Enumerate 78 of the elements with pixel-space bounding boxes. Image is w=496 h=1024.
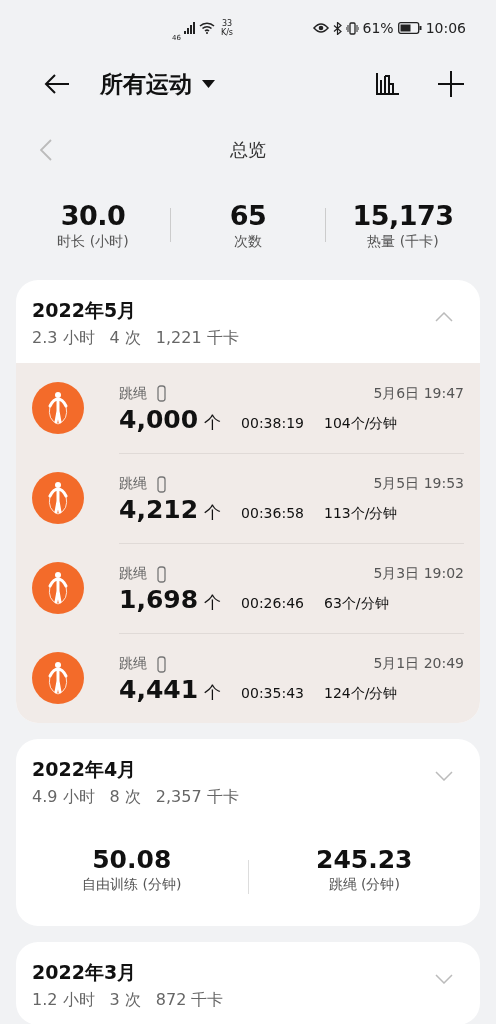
month-title: 2022年5月 bbox=[32, 298, 138, 323]
rope-jumper-icon bbox=[32, 382, 84, 434]
sport-type-dropdown[interactable]: 所有运动 bbox=[96, 64, 219, 104]
breakdown-value: 245.23 bbox=[316, 844, 413, 876]
month-count: 3 次 bbox=[109, 990, 141, 1011]
workout-duration: 00:35:43 bbox=[241, 685, 304, 701]
month-duration: 2.3 小时 bbox=[32, 328, 95, 349]
signal-icon bbox=[183, 22, 196, 34]
battery-level: 61% bbox=[362, 20, 394, 36]
battery-icon bbox=[397, 22, 422, 34]
jump-rate: 63个/分钟 bbox=[323, 595, 389, 613]
wifi-icon bbox=[198, 22, 215, 34]
workout-date: 5月5日 19:53 bbox=[373, 475, 464, 493]
network-speed: 33 bbox=[221, 19, 233, 28]
previous-button[interactable] bbox=[38, 137, 54, 163]
stat-value: 15,173 bbox=[352, 199, 454, 233]
rope-jumper-icon bbox=[32, 562, 84, 614]
workout-name: 跳绳 bbox=[119, 475, 147, 493]
workout-name: 跳绳 bbox=[119, 655, 147, 673]
workout-name: 跳绳 bbox=[119, 384, 147, 403]
overview-title: 总览 bbox=[230, 138, 266, 162]
caret-icon bbox=[202, 80, 215, 88]
watch-icon bbox=[157, 385, 166, 402]
jump-rate: 124个/分钟 bbox=[323, 685, 398, 703]
workout-duration: 00:38:19 bbox=[241, 414, 304, 431]
workout-record[interactable]: 跳绳 5月5日 19:53 4,212 个 00:36:58 113个/分钟 bbox=[16, 453, 480, 543]
rope-jumper-icon bbox=[32, 652, 84, 704]
month-count: 4 次 bbox=[109, 328, 141, 349]
workout-date: 5月6日 19:47 bbox=[373, 384, 464, 403]
count-unit: 个 bbox=[204, 501, 222, 524]
workout-date: 5月3日 19:02 bbox=[373, 565, 464, 583]
stat-value: 65 bbox=[229, 199, 267, 233]
month-header[interactable]: 2022年3月 1.2 小时 3 次 872 千卡 bbox=[16, 942, 480, 1024]
month-duration: 4.9 小时 bbox=[32, 787, 95, 808]
workout-date: 5月1日 20:49 bbox=[373, 655, 464, 673]
count-unit: 个 bbox=[204, 591, 222, 614]
count-unit: 个 bbox=[204, 681, 222, 704]
month-calories: 1,221 千卡 bbox=[155, 328, 239, 349]
stat-label: 时长 (小时) bbox=[57, 233, 129, 251]
month-header[interactable]: 2022年4月 4.9 小时 8 次 2,357 千卡 bbox=[16, 739, 480, 822]
watch-icon bbox=[157, 565, 166, 583]
month-title: 2022年3月 bbox=[32, 960, 138, 985]
eye-icon bbox=[312, 23, 329, 33]
jump-count: 1,698 bbox=[119, 585, 199, 614]
speed-unit: K/s bbox=[220, 28, 234, 37]
jump-rate: 113个/分钟 bbox=[323, 505, 398, 523]
month-count: 8 次 bbox=[109, 787, 141, 808]
jump-count: 4,441 bbox=[119, 675, 199, 704]
breakdown-value: 50.08 bbox=[92, 844, 172, 876]
stat-label: 热量 (千卡) bbox=[367, 233, 439, 251]
stat-value: 30.0 bbox=[60, 199, 126, 233]
month-title: 2022年4月 bbox=[32, 757, 138, 782]
jump-count: 4,000 bbox=[119, 404, 199, 434]
workout-duration: 00:36:58 bbox=[241, 505, 304, 521]
month-duration: 1.2 小时 bbox=[32, 990, 95, 1011]
chevron-up-icon bbox=[435, 312, 453, 322]
month-calories: 872 千卡 bbox=[155, 990, 224, 1011]
stat-label: 次数 bbox=[234, 233, 262, 251]
workout-name: 跳绳 bbox=[119, 565, 147, 583]
chevron-down-icon bbox=[435, 974, 453, 984]
workout-record[interactable]: 跳绳 5月6日 19:47 4,000 个 00:38:19 104个/分钟 bbox=[16, 363, 480, 453]
vibrate-icon bbox=[345, 21, 359, 35]
rope-jumper-icon bbox=[32, 472, 84, 524]
breakdown-label: 自由训练 (分钟) bbox=[82, 876, 182, 894]
jump-count: 4,212 bbox=[119, 495, 199, 524]
workout-record[interactable]: 跳绳 5月1日 20:49 4,441 个 00:35:43 124个/分钟 bbox=[16, 633, 480, 723]
chevron-down-icon bbox=[435, 771, 453, 781]
clock: 10:06 bbox=[425, 20, 466, 36]
breakdown-label: 跳绳 (分钟) bbox=[328, 876, 400, 894]
watch-icon bbox=[157, 475, 166, 493]
jump-rate: 104个/分钟 bbox=[323, 414, 398, 433]
month-header[interactable]: 2022年5月 2.3 小时 4 次 1,221 千卡 bbox=[16, 280, 480, 363]
workout-duration: 00:26:46 bbox=[241, 595, 304, 611]
month-calories: 2,357 千卡 bbox=[155, 787, 239, 808]
bluetooth-icon bbox=[332, 21, 342, 35]
workout-record[interactable]: 跳绳 5月3日 19:02 1,698 个 00:26:46 63个/分钟 bbox=[16, 543, 480, 633]
count-unit: 个 bbox=[204, 410, 222, 434]
watch-icon bbox=[157, 655, 166, 673]
